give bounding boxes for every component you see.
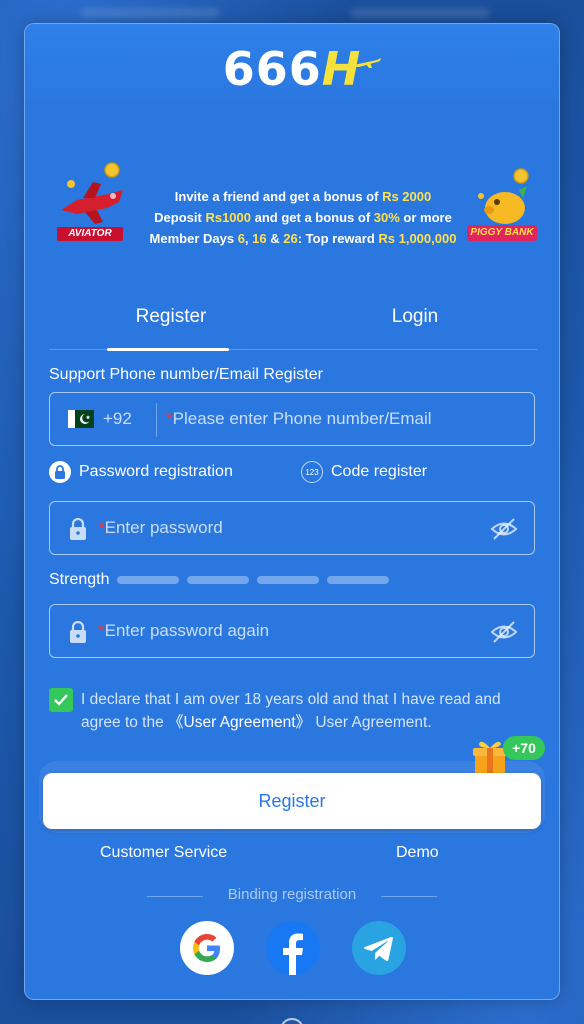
numeric-code-icon: 123 xyxy=(301,461,323,483)
telegram-icon xyxy=(364,936,393,962)
agreement-text: I declare that I am over 18 years old an… xyxy=(81,691,501,731)
telegram-login-button[interactable] xyxy=(352,921,406,975)
strength-bar xyxy=(327,576,390,584)
user-agreement-link[interactable]: 《User Agreement》 xyxy=(168,714,311,731)
plane-icon xyxy=(349,58,381,68)
auth-tabs: Register Login xyxy=(49,302,537,351)
eye-hidden-icon[interactable] xyxy=(490,620,518,644)
agreement-checkbox[interactable] xyxy=(49,688,73,712)
strength-bar xyxy=(187,576,250,584)
password-strength: Strength xyxy=(49,570,537,590)
promo-text: Invite a friend and get a bonus of Rs 20… xyxy=(149,189,457,246)
facebook-login-button[interactable] xyxy=(266,921,320,975)
footer-links: Customer Service Demo xyxy=(49,844,537,866)
lock-circle-icon xyxy=(49,461,71,483)
bonus-badge: +70 xyxy=(503,736,545,760)
lock-icon xyxy=(70,518,86,540)
password-input[interactable]: *Enter password xyxy=(98,518,223,538)
support-label: Support Phone number/Email Register xyxy=(49,366,323,383)
password-field[interactable]: *Enter password xyxy=(49,501,535,555)
strength-bar xyxy=(257,576,320,584)
logo-text: 666 xyxy=(222,42,322,96)
country-code[interactable]: +92 xyxy=(103,409,132,429)
code-register-option[interactable]: 123 Code register xyxy=(301,461,427,483)
eye-hidden-icon[interactable] xyxy=(490,517,518,541)
register-button[interactable]: Register xyxy=(43,773,541,829)
phone-email-input[interactable]: *Please enter Phone number/Email xyxy=(166,409,432,429)
facebook-icon xyxy=(283,933,303,975)
binding-label: Binding registration xyxy=(227,886,357,903)
aviator-plane-icon xyxy=(61,162,123,224)
tab-register[interactable]: Register xyxy=(49,302,293,350)
tab-login[interactable]: Login xyxy=(293,302,537,350)
confirm-password-input[interactable]: *Enter password again xyxy=(98,621,269,641)
register-card: 666H AVIATOR Invite a friend and get a b… xyxy=(24,23,560,1000)
brand-logo: 666H xyxy=(25,42,559,96)
google-login-button[interactable] xyxy=(180,921,234,975)
lock-icon xyxy=(70,621,86,643)
password-registration-option[interactable]: Password registration xyxy=(49,461,233,483)
strength-label: Strength xyxy=(49,571,110,588)
aviator-label: AVIATOR xyxy=(57,227,123,241)
registration-method-options: Password registration 123 Code register xyxy=(49,461,537,487)
age-agreement: I declare that I am over 18 years old an… xyxy=(49,686,537,734)
confirm-password-field[interactable]: *Enter password again xyxy=(49,604,535,658)
active-tab-indicator xyxy=(107,348,229,351)
piggy-bank-icon xyxy=(478,168,529,224)
promo-banner[interactable]: AVIATOR Invite a friend and get a bonus … xyxy=(53,142,537,247)
pakistan-flag-icon[interactable] xyxy=(68,410,94,428)
google-icon xyxy=(193,934,220,962)
binding-registration: Binding registration xyxy=(25,886,559,906)
customer-service-link[interactable]: Customer Service xyxy=(100,844,227,862)
demo-link[interactable]: Demo xyxy=(396,844,439,862)
phone-email-field[interactable]: +92 *Please enter Phone number/Email xyxy=(49,392,535,446)
checkmark-icon xyxy=(54,694,68,706)
strength-bar xyxy=(117,576,180,584)
piggy-bank-label: PIGGY BANK xyxy=(467,225,537,241)
